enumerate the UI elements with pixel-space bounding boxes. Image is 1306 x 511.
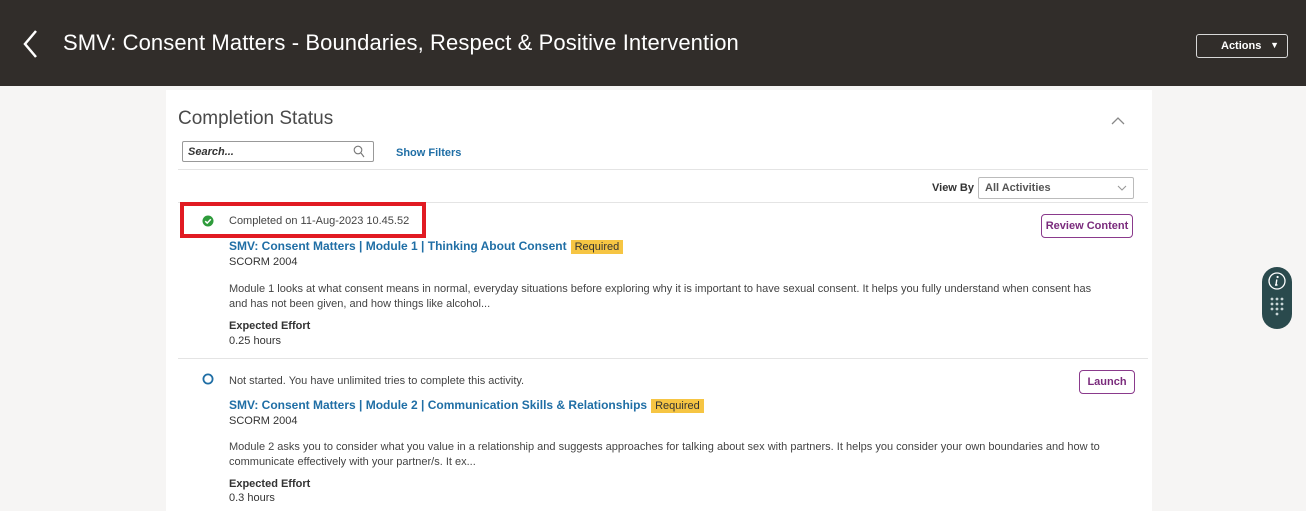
activity-title-link[interactable]: SMV: Consent Matters | Module 2 | Commun… bbox=[229, 398, 704, 413]
collapse-chevron-icon[interactable] bbox=[1110, 114, 1126, 126]
activity-description: Module 2 asks you to consider what you v… bbox=[229, 441, 1100, 468]
expected-effort-value: 0.25 hours bbox=[229, 335, 281, 347]
required-badge: Required bbox=[651, 399, 704, 413]
expected-effort-value: 0.3 hours bbox=[229, 492, 275, 504]
view-by-select[interactable]: All Activities bbox=[978, 177, 1134, 199]
review-content-button[interactable]: Review Content bbox=[1041, 214, 1133, 238]
expected-effort-label: Expected Effort bbox=[229, 478, 311, 490]
grid-dots-icon bbox=[1270, 297, 1284, 316]
actions-label: Actions bbox=[1221, 40, 1262, 52]
highlight-box bbox=[180, 202, 426, 238]
caret-down-icon: ▼ bbox=[1270, 40, 1279, 50]
activity-title-text: SMV: Consent Matters | Module 1 | Thinki… bbox=[229, 239, 567, 253]
launch-button[interactable]: Launch bbox=[1079, 370, 1135, 394]
search-icon[interactable] bbox=[353, 145, 365, 158]
search-input[interactable] bbox=[183, 142, 343, 162]
activity-type: SCORM 2004 bbox=[229, 415, 298, 427]
activity-type: SCORM 2004 bbox=[229, 256, 298, 268]
top-bar: SMV: Consent Matters - Boundaries, Respe… bbox=[0, 0, 1306, 86]
activity-title-text: SMV: Consent Matters | Module 2 | Commun… bbox=[229, 398, 648, 412]
info-icon bbox=[1268, 272, 1286, 290]
back-arrow-icon[interactable] bbox=[18, 26, 44, 62]
section-title: Completion Status bbox=[178, 108, 334, 129]
page-title: SMV: Consent Matters - Boundaries, Respe… bbox=[63, 30, 739, 55]
required-badge: Required bbox=[570, 240, 624, 254]
show-filters-link[interactable]: Show Filters bbox=[396, 147, 461, 159]
divider bbox=[178, 169, 1148, 170]
actions-button[interactable]: Actions ▼ bbox=[1196, 34, 1288, 58]
chevron-down-icon bbox=[1117, 185, 1127, 191]
activity-status: Not started. You have unlimited tries to… bbox=[229, 375, 525, 387]
help-widget[interactable] bbox=[1262, 267, 1292, 329]
divider bbox=[178, 358, 1148, 359]
not-started-circle-icon bbox=[202, 373, 214, 385]
completion-status-panel: Completion Status Show Filters View By A… bbox=[166, 90, 1152, 511]
expected-effort-label: Expected Effort bbox=[229, 320, 311, 332]
view-by-label: View By bbox=[932, 182, 974, 194]
search-box bbox=[182, 141, 374, 162]
view-by-value: All Activities bbox=[985, 182, 1051, 194]
activity-title-link[interactable]: SMV: Consent Matters | Module 1 | Thinki… bbox=[229, 239, 624, 254]
activity-description: Module 1 looks at what consent means in … bbox=[229, 283, 1092, 310]
